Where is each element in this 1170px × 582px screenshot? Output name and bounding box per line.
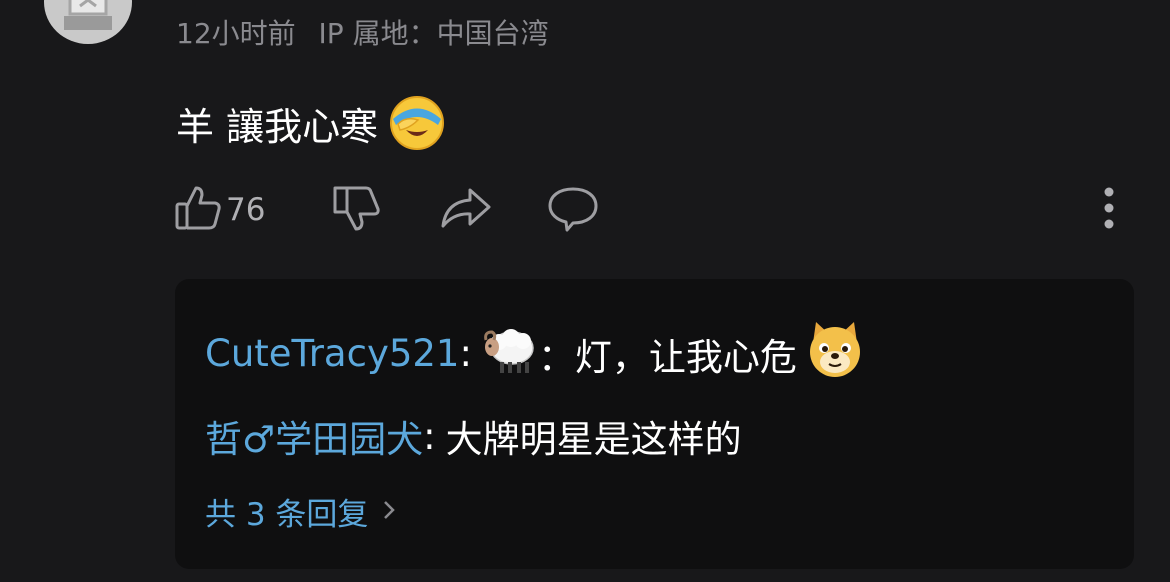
doge-emoji: [797, 319, 865, 388]
more-options-button[interactable]: [1098, 184, 1120, 236]
thumbs-up-icon: [174, 184, 222, 236]
avatar[interactable]: [44, 0, 132, 44]
comment-time: 12小时前: [176, 17, 296, 50]
dislike-button[interactable]: [332, 184, 380, 236]
like-button[interactable]: 76: [174, 184, 265, 236]
more-replies-label: 共 3 条回复: [205, 497, 369, 533]
share-button[interactable]: [440, 184, 492, 236]
thumbs-down-icon: [332, 184, 380, 236]
ip-location: IP 属地：中国台湾: [318, 17, 549, 50]
comment-meta: 12小时前 IP 属地：中国台湾: [176, 12, 563, 52]
comment-body: 羊 讓我心寒: [176, 94, 446, 152]
view-all-replies-link[interactable]: 共 3 条回复: [205, 489, 396, 534]
reply-item[interactable]: 哲♂学田园犬 : 大牌明星是这样的: [205, 409, 742, 463]
comment-text: 羊 讓我心寒: [176, 104, 379, 149]
comment-page: 12小时前 IP 属地：中国台湾 羊 讓我心寒 76 CuteTracy521 …: [0, 0, 1170, 582]
reply-text: 大牌明星是这样的: [445, 418, 742, 461]
share-icon: [440, 184, 492, 236]
sheep-emoji: [482, 322, 538, 385]
reply-text: ：灯，让我心危: [537, 335, 797, 379]
comment-icon: [547, 184, 599, 236]
replies-panel[interactable]: CuteTracy521 : ：灯，让我心危 哲♂学田园犬: 大牌明星是这样的…: [175, 279, 1134, 569]
reply-colon: :: [423, 414, 436, 458]
like-count: 76: [226, 192, 266, 228]
reply-button[interactable]: [547, 184, 599, 236]
reply-username[interactable]: CuteTracy521: [205, 332, 459, 375]
reply-colon: :: [459, 332, 472, 375]
more-vertical-icon: [1098, 184, 1120, 236]
face-with-hand-emoji: [388, 94, 446, 152]
reply-username[interactable]: 哲♂学田园犬: [205, 409, 423, 463]
chevron-right-icon: [368, 494, 396, 530]
reply-item[interactable]: CuteTracy521 : ：灯，让我心危: [205, 319, 865, 388]
